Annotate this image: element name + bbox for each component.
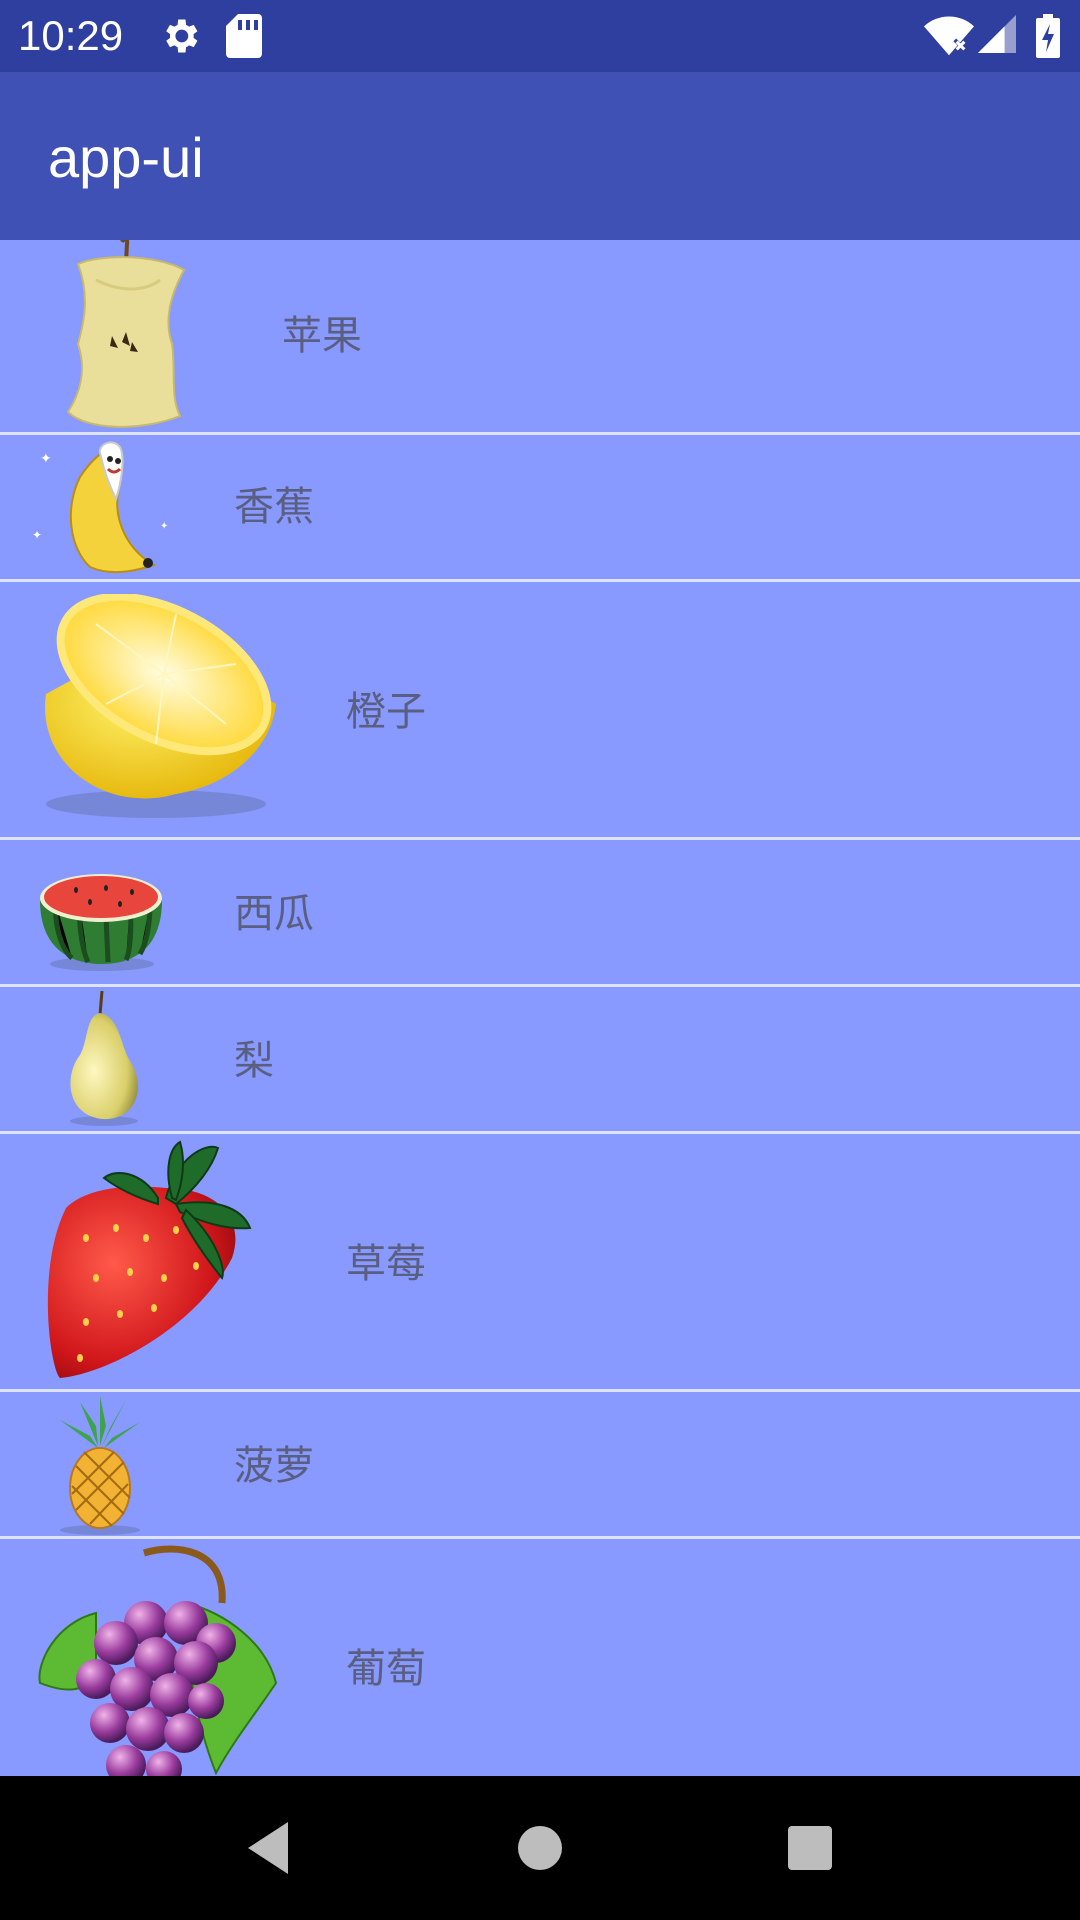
pear-icon — [70, 990, 138, 1126]
navigation-bar — [0, 1776, 1080, 1920]
svg-text:✦: ✦ — [160, 521, 168, 532]
app-title: app-ui — [48, 126, 204, 189]
sd-card-icon — [226, 14, 262, 58]
home-icon[interactable] — [516, 1816, 564, 1880]
list-item-label: 橙子 — [346, 689, 426, 735]
grapes-icon — [38, 1545, 278, 1776]
watermelon-icon — [40, 874, 162, 971]
list-item-label: 香蕉 — [234, 484, 314, 530]
apple-core-icon — [66, 240, 186, 428]
wifi-icon — [924, 16, 974, 56]
list-item[interactable]: 菠萝 — [0, 1392, 1080, 1539]
list-item-label: 梨 — [234, 1038, 274, 1084]
battery-charging-icon — [1036, 14, 1060, 58]
list-item[interactable]: 西瓜 — [0, 840, 1080, 987]
app-bar: app-ui — [0, 72, 1080, 240]
lemon-half-icon — [45, 594, 276, 818]
list-item[interactable]: 苹果 — [0, 240, 1080, 435]
list-item-label: 菠萝 — [234, 1443, 314, 1489]
list-item[interactable]: 草莓 — [0, 1134, 1080, 1392]
svg-text:✦: ✦ — [40, 451, 52, 467]
back-icon[interactable] — [240, 1816, 296, 1880]
status-bar: 10:29 — [0, 0, 1080, 72]
list-item-label: 西瓜 — [234, 891, 314, 937]
list-item[interactable]: ✦ ✦ ✦ 香蕉 — [0, 435, 1080, 582]
signal-icon — [978, 15, 1016, 53]
gear-icon — [166, 19, 198, 53]
pineapple-icon — [60, 1396, 140, 1535]
status-time: 10:29 — [18, 12, 124, 59]
list-item[interactable]: 葡萄 — [0, 1539, 1080, 1776]
list-item-label: 苹果 — [282, 313, 362, 359]
list-item-label: 草莓 — [346, 1241, 426, 1287]
recents-icon[interactable] — [786, 1816, 834, 1880]
strawberry-icon — [47, 1140, 252, 1378]
list-item[interactable]: 梨 — [0, 987, 1080, 1134]
svg-text:✦: ✦ — [32, 528, 42, 542]
banana-icon: ✦ ✦ ✦ — [32, 441, 168, 574]
list-item[interactable]: 橙子 — [0, 582, 1080, 840]
list-item-label: 葡萄 — [346, 1646, 426, 1692]
fruit-list[interactable]: 苹果 ✦ ✦ ✦ 香蕉 橙子 西瓜 梨 草莓 菠萝 葡萄 — [0, 240, 1080, 1776]
